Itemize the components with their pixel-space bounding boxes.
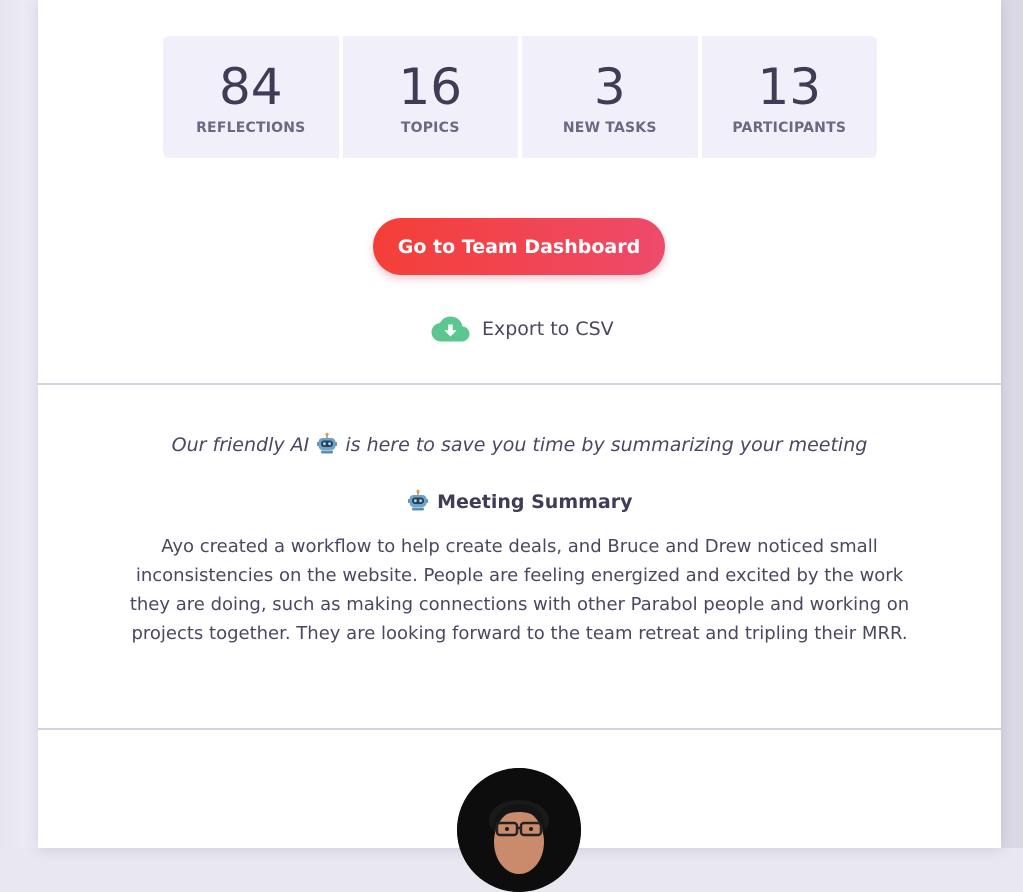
robot-icon (317, 432, 338, 454)
stat-label: NEW TASKS (562, 120, 657, 136)
stat-value: 13 (757, 58, 822, 116)
robot-icon (408, 489, 429, 511)
user-avatar (457, 768, 581, 892)
ai-intro-before: Our friendly AI (171, 434, 310, 456)
team-dashboard-button[interactable]: Go to Team Dashboard (373, 218, 665, 275)
ai-intro-after: is here to save you time by summarizing … (345, 434, 868, 456)
stat-label: REFLECTIONS (196, 120, 306, 136)
stat-label: PARTICIPANTS (732, 120, 847, 136)
stat-topics: 16 TOPICS (342, 36, 518, 158)
stat-label: TOPICS (400, 120, 460, 136)
stat-value: 84 (218, 58, 283, 116)
export-csv-label: Export to CSV (482, 318, 614, 340)
meeting-summary-heading: Meeting Summary (38, 488, 1001, 516)
stat-reflections: 84 REFLECTIONS (163, 36, 339, 158)
meeting-summary-title: Meeting Summary (437, 491, 633, 513)
export-csv-link[interactable]: Export to CSV (431, 312, 614, 346)
avatar-photo (457, 768, 581, 892)
meeting-stats: 84 REFLECTIONS 16 TOPICS 3 NEW TASKS 13 … (163, 36, 877, 158)
stat-value: 3 (593, 58, 626, 116)
stat-new-tasks: 3 NEW TASKS (522, 36, 698, 158)
stat-participants: 13 PARTICIPANTS (701, 36, 877, 158)
cloud-download-icon (431, 316, 470, 342)
section-divider (38, 728, 1001, 730)
meeting-summary-text: Ayo created a workflow to help create de… (129, 536, 910, 644)
meeting-summary-card: 84 REFLECTIONS 16 TOPICS 3 NEW TASKS 13 … (38, 0, 1001, 892)
ai-intro-text: Our friendly AI is here to save you time… (38, 430, 1001, 460)
section-divider (38, 383, 1001, 385)
stat-value: 16 (398, 58, 463, 116)
